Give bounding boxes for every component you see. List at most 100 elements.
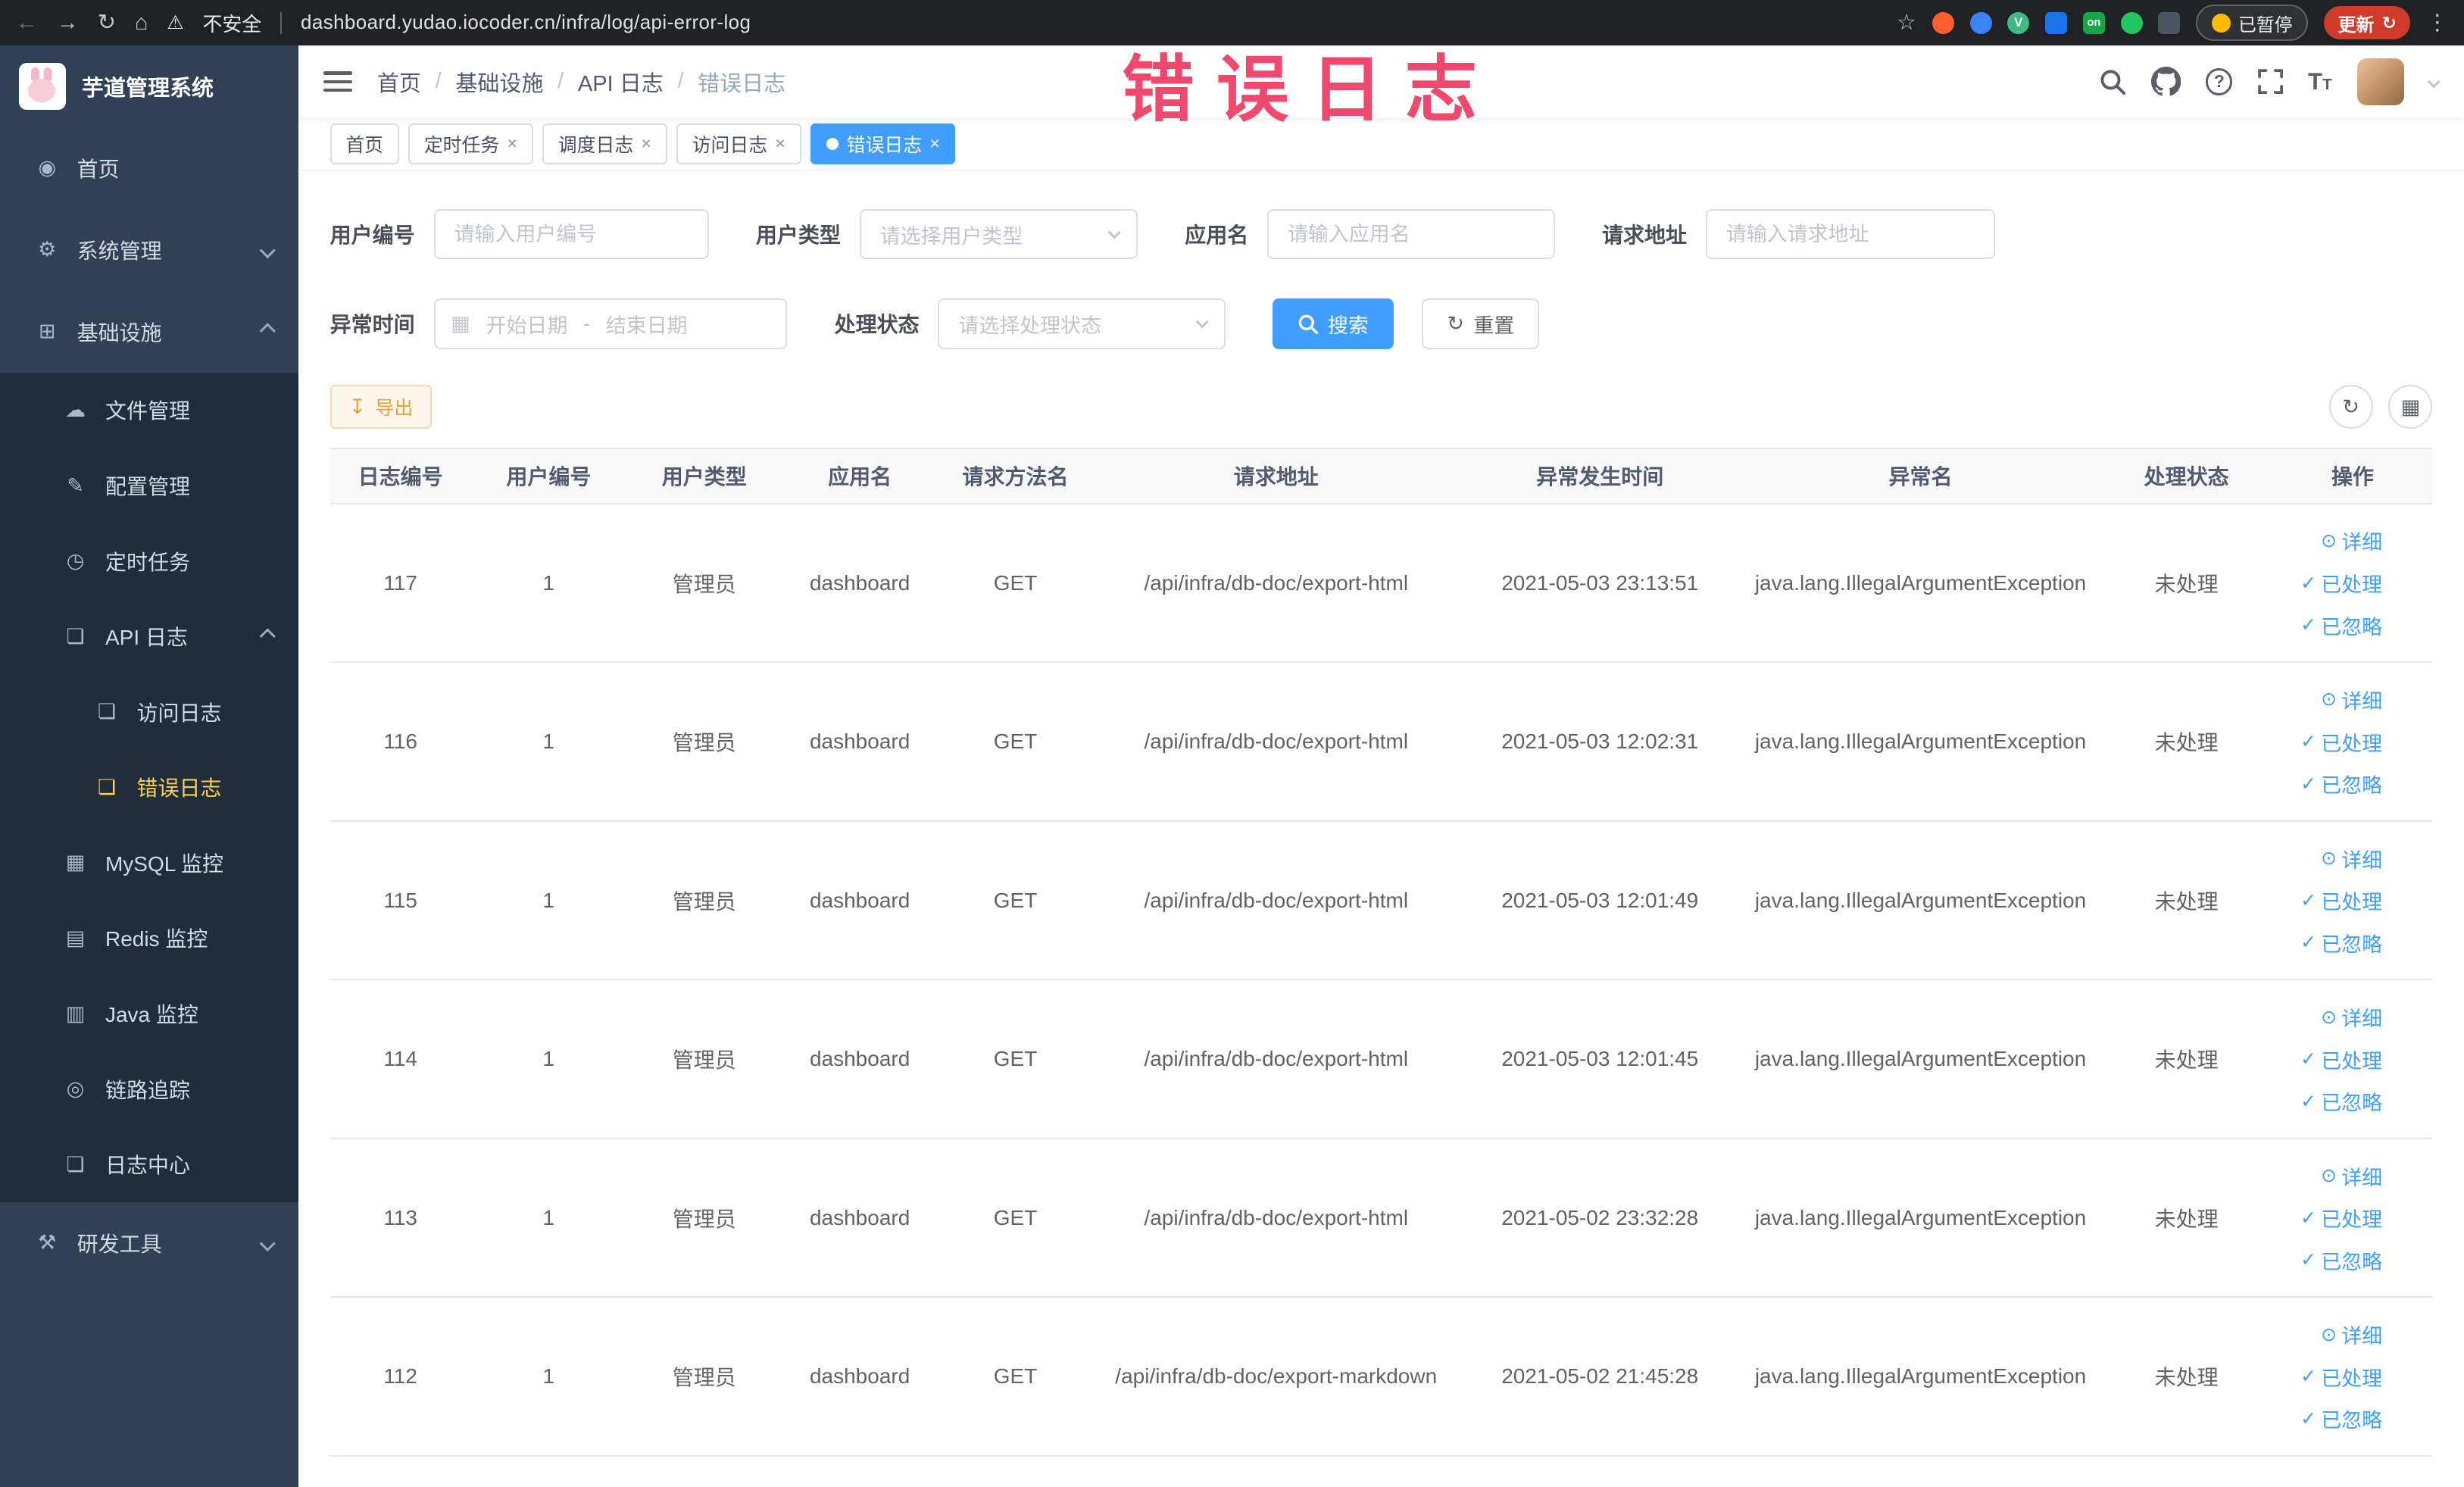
check-icon: ✓ <box>2300 889 2317 911</box>
sidebar-item-home[interactable]: ◉ 首页 <box>0 127 298 209</box>
date-range-picker[interactable]: ▦ 开始日期 - 结束日期 <box>433 298 788 349</box>
detail-link[interactable]: ⊙ 详细 <box>2321 1161 2382 1191</box>
sidebar-item-label: 首页 <box>77 157 120 181</box>
detail-link[interactable]: ⊙ 详细 <box>2321 1002 2382 1032</box>
sidebar-item-config-manage[interactable]: ✎ 配置管理 <box>0 448 298 523</box>
detail-link[interactable]: ⊙ 详细 <box>2321 685 2382 714</box>
cell-url: /api/infra/db-doc/export-html <box>1093 1138 1460 1298</box>
github-icon[interactable] <box>2150 67 2181 96</box>
close-icon[interactable]: × <box>929 133 939 154</box>
cell-app: dashboard <box>782 503 938 664</box>
forward-icon[interactable]: → <box>57 11 79 34</box>
extension-icon-4[interactable] <box>2120 11 2143 34</box>
detail-link[interactable]: ⊙ 详细 <box>2321 1320 2382 1349</box>
tab-error-log[interactable]: 错误日志 × <box>810 123 956 164</box>
extension-icon-1[interactable] <box>1932 11 1954 34</box>
field-label: 应用名 <box>1185 223 1249 248</box>
sidebar-item-file-manage[interactable]: ☁ 文件管理 <box>0 373 298 448</box>
fullscreen-icon[interactable] <box>2257 69 2283 95</box>
tab-home[interactable]: 首页 <box>329 123 399 164</box>
processed-link[interactable]: ✓ 已处理 <box>2300 1203 2382 1232</box>
column-settings-button[interactable]: ▦ <box>2388 385 2433 430</box>
breadcrumb-item[interactable]: 首页 <box>377 66 421 98</box>
user-id-input[interactable] <box>433 208 709 260</box>
breadcrumb-separator: / <box>435 69 442 94</box>
chevron-down-icon[interactable] <box>2427 75 2441 89</box>
sidebar-item-system[interactable]: ⚙ 系统管理 <box>0 209 298 291</box>
font-size-icon[interactable]: TT <box>2308 68 2332 95</box>
extension-on-icon[interactable]: on <box>2082 11 2105 34</box>
detail-link[interactable]: ⊙ 详细 <box>2321 526 2382 555</box>
request-url-input[interactable] <box>1705 208 1995 260</box>
chevron-up-icon <box>260 323 276 339</box>
ignored-link[interactable]: ✓ 已忽略 <box>2300 1245 2382 1275</box>
processed-link[interactable]: ✓ 已处理 <box>2300 727 2382 757</box>
security-label[interactable]: 不安全 <box>202 9 261 37</box>
sidebar-item-infra[interactable]: ⊞ 基础设施 <box>0 291 298 373</box>
help-icon[interactable]: ? <box>2206 68 2233 95</box>
search-icon[interactable] <box>2099 68 2126 95</box>
close-icon[interactable]: × <box>642 133 651 154</box>
reset-button[interactable]: ↻ 重置 <box>1422 298 1540 349</box>
action-label: 已处理 <box>2321 573 2383 597</box>
infra-submenu: ☁ 文件管理 ✎ 配置管理 ◷ 定时任务 ❏ API 日志 ❏ 访问日志 ❏ 错… <box>0 372 299 1203</box>
detail-link[interactable]: ⊙ 详细 <box>2321 844 2382 873</box>
tab-access-log[interactable]: 访问日志 × <box>676 123 801 164</box>
home-icon[interactable]: ⌂ <box>135 11 148 34</box>
page-content: 用户编号 用户类型 请选择用户类型 应用名 <box>298 171 2464 1487</box>
cell-log-id: 112 <box>329 1297 471 1457</box>
processed-link[interactable]: ✓ 已处理 <box>2300 886 2382 915</box>
extension-icon-2[interactable] <box>1969 11 1992 34</box>
extension-icon-5[interactable] <box>2158 11 2181 34</box>
extension-vue-icon[interactable]: V <box>2007 11 2030 34</box>
sidebar-item-trace[interactable]: ◎ 链路追踪 <box>0 1051 298 1127</box>
close-icon[interactable]: × <box>507 133 517 154</box>
user-type-field: 用户类型 请选择用户类型 <box>756 208 1138 260</box>
hamburger-icon[interactable] <box>323 71 352 92</box>
export-button[interactable]: ↧ 导出 <box>329 385 433 430</box>
search-button[interactable]: 搜索 <box>1273 298 1394 349</box>
tab-schedule-log[interactable]: 调度日志 × <box>542 123 667 164</box>
cell-exception: java.lang.IllegalArgumentException <box>1741 662 2100 822</box>
processed-link[interactable]: ✓ 已处理 <box>2300 1045 2382 1074</box>
sidebar-item-log-center[interactable]: ❏ 日志中心 <box>0 1126 298 1202</box>
back-icon[interactable]: ← <box>16 11 38 34</box>
extension-icon-3[interactable] <box>2045 11 2068 34</box>
avatar[interactable] <box>2356 58 2405 105</box>
kebab-menu-icon[interactable]: ⋮ <box>2426 11 2448 34</box>
ignored-link[interactable]: ✓ 已忽略 <box>2300 611 2382 640</box>
action-label: 详细 <box>2341 1166 2383 1189</box>
ignored-link[interactable]: ✓ 已忽略 <box>2300 769 2382 798</box>
ignored-link[interactable]: ✓ 已忽略 <box>2300 1404 2382 1433</box>
process-status-select[interactable]: 请选择处理状态 <box>938 298 1226 349</box>
sidebar-item-api-log[interactable]: ❏ API 日志 <box>0 598 298 674</box>
cell-user-type: 管理员 <box>626 503 782 664</box>
paused-button[interactable]: 已暂停 <box>2196 5 2309 41</box>
sidebar-item-dev-tools[interactable]: ⚒ 研发工具 <box>0 1202 298 1284</box>
refresh-button[interactable]: ↻ <box>2328 385 2373 430</box>
cell-user-id: 1 <box>470 1138 627 1298</box>
sidebar-item-error-log[interactable]: ❏ 错误日志 <box>0 750 298 826</box>
sidebar-item-redis-monitor[interactable]: ▤ Redis 监控 <box>0 901 298 976</box>
update-button[interactable]: 更新 ↻ <box>2323 6 2411 39</box>
app-name-input[interactable] <box>1267 208 1555 260</box>
sidebar-item-java-monitor[interactable]: ▥ Java 监控 <box>0 976 298 1051</box>
ignored-link[interactable]: ✓ 已忽略 <box>2300 1086 2382 1116</box>
cell-url: /api/infra/db-doc/export-html <box>1093 503 1460 664</box>
sidebar-item-mysql-monitor[interactable]: ▦ MySQL 监控 <box>0 825 298 901</box>
breadcrumb-item[interactable]: API 日志 <box>578 66 664 98</box>
ignored-link[interactable]: ✓ 已忽略 <box>2300 928 2382 957</box>
tab-scheduled-job[interactable]: 定时任务 × <box>408 123 533 164</box>
close-icon[interactable]: × <box>776 133 785 154</box>
address-bar-url[interactable]: dashboard.yudao.iocoder.cn/infra/log/api… <box>301 12 751 34</box>
user-type-select[interactable]: 请选择用户类型 <box>859 208 1138 260</box>
processed-link[interactable]: ✓ 已处理 <box>2300 1362 2382 1392</box>
sidebar-item-scheduled-job[interactable]: ◷ 定时任务 <box>0 523 298 599</box>
processed-link[interactable]: ✓ 已处理 <box>2300 568 2382 598</box>
sidebar-item-access-log[interactable]: ❏ 访问日志 <box>0 674 298 750</box>
end-date-placeholder: 结束日期 <box>605 314 688 337</box>
bookmark-star-icon[interactable]: ☆ <box>1897 11 1916 34</box>
reload-icon[interactable]: ↻ <box>98 11 116 34</box>
breadcrumb-item[interactable]: 基础设施 <box>455 66 543 98</box>
logo[interactable]: 芋道管理系统 <box>0 45 298 127</box>
